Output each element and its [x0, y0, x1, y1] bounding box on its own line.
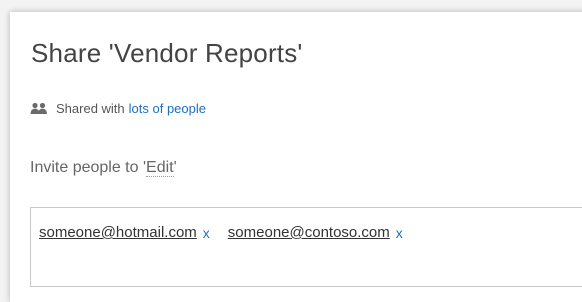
permission-quote-close: ': [173, 159, 177, 176]
dialog-title: Share 'Vendor Reports': [31, 38, 303, 68]
invite-prefix: Invite people to: [30, 159, 143, 176]
remove-recipient-icon[interactable]: x: [203, 225, 210, 241]
invite-label: Invite people to 'Edit': [30, 159, 177, 177]
remove-recipient-icon[interactable]: x: [396, 225, 403, 241]
invite-people-input[interactable]: someone@hotmail.com x someone@contoso.co…: [30, 207, 582, 287]
permission-dropdown-link[interactable]: Edit: [146, 159, 174, 177]
recipient-email[interactable]: someone@hotmail.com: [39, 224, 197, 241]
share-dialog: Share 'Vendor Reports' Shared with lots …: [10, 12, 582, 302]
people-icon: [30, 102, 48, 116]
recipient-chip: someone@contoso.com x: [228, 224, 403, 241]
lots-of-people-link[interactable]: lots of people: [129, 101, 206, 116]
recipient-email[interactable]: someone@contoso.com: [228, 224, 390, 241]
recipient-chip: someone@hotmail.com x: [39, 224, 210, 241]
shared-with-label: Shared with: [56, 101, 125, 116]
recipient-list: someone@hotmail.com x someone@contoso.co…: [39, 224, 421, 241]
shared-with-row: Shared with lots of people: [30, 101, 206, 116]
